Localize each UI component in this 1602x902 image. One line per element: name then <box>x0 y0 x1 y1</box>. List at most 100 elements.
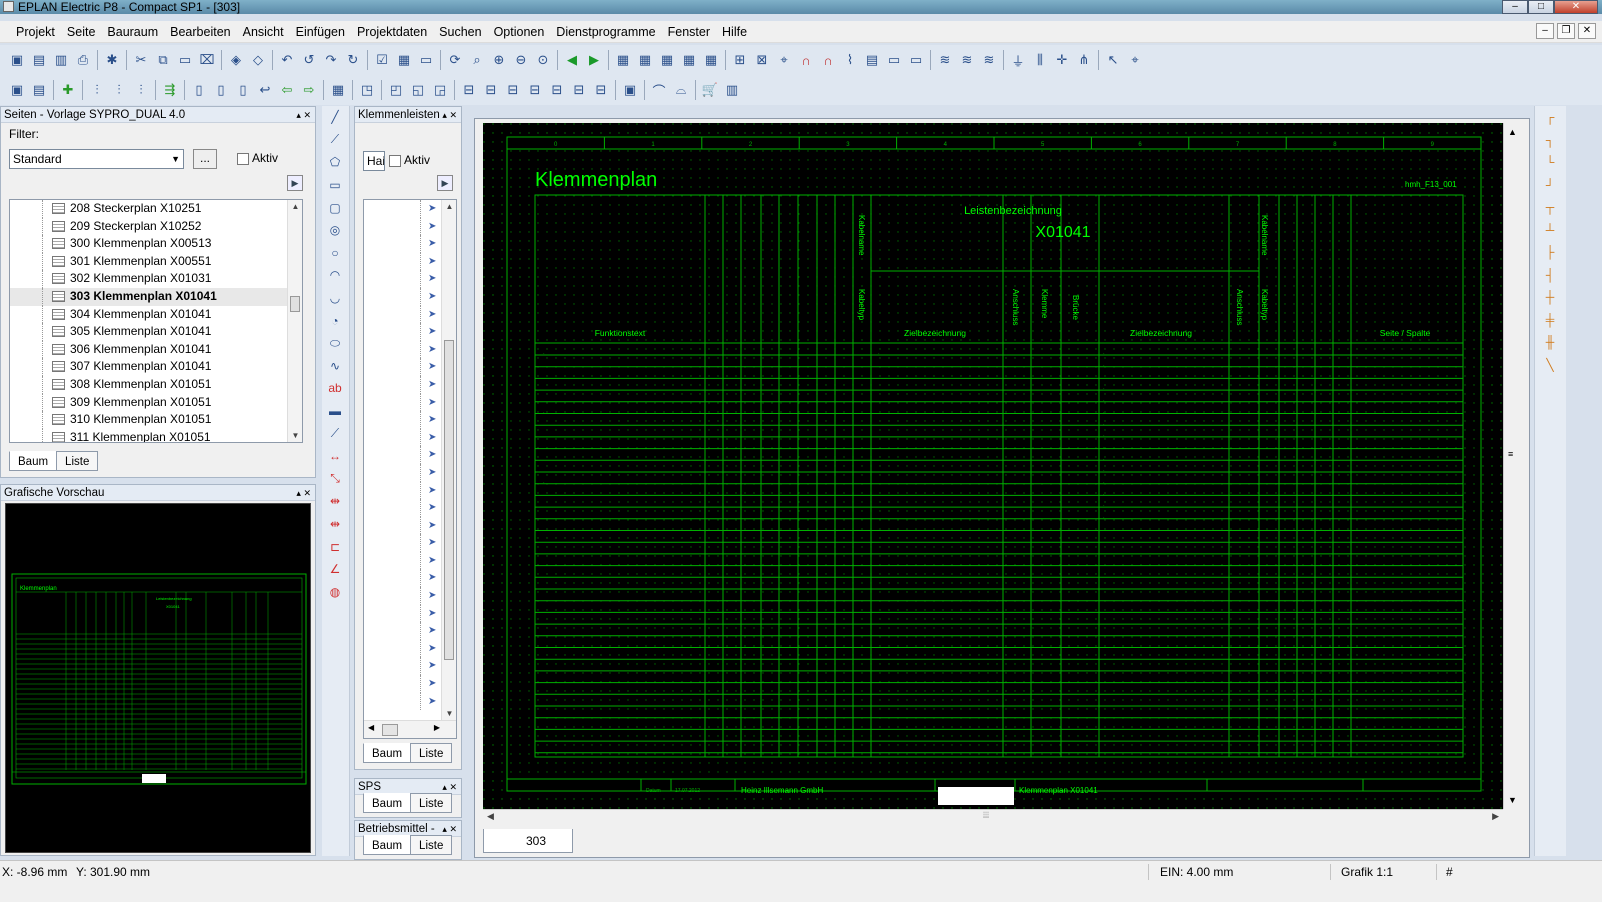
drawing-hscrollbar[interactable]: ◀ ⦙⦙⦙ ▶ <box>483 809 1503 823</box>
scroll-up-icon[interactable]: ▲ <box>1508 127 1517 137</box>
page-tree-item[interactable]: 310 Klemmenplan X01051 <box>10 411 302 429</box>
magnet-icon[interactable]: ∩ <box>795 49 817 71</box>
menu-hilfe[interactable]: Hilfe <box>716 25 753 39</box>
page-tree-item[interactable]: 208 Steckerplan X10251 <box>10 200 302 218</box>
page-tree-item[interactable]: 306 Klemmenplan X01041 <box>10 340 302 359</box>
close-button[interactable]: ✕ <box>1554 0 1598 14</box>
rectangle-tool-icon[interactable]: ▭ <box>322 174 348 197</box>
scroll-down-icon[interactable]: ▼ <box>1508 795 1517 805</box>
polygon-tool-icon[interactable]: ⬠ <box>322 151 348 174</box>
menu-ansicht[interactable]: Ansicht <box>237 25 290 39</box>
frame-icon[interactable]: ▭ <box>883 49 905 71</box>
arc-b-tool-icon[interactable]: ◡ <box>322 287 348 310</box>
project-manager-icon[interactable]: ▥ <box>50 49 72 71</box>
tab-liste[interactable]: Liste <box>56 451 99 471</box>
page-tree-item[interactable]: 301 Klemmenplan X00551 <box>10 252 302 271</box>
terminal-tree-scrollbar[interactable]: ▲ ▼ <box>441 200 456 720</box>
redo-list-icon[interactable]: ↻ <box>342 49 364 71</box>
grid-b-icon[interactable]: ▦ <box>634 49 656 71</box>
angle-tr-icon[interactable]: ┐ <box>1535 129 1565 152</box>
plc-e-icon[interactable]: ⊟ <box>546 79 568 101</box>
forward-icon[interactable]: ▶ <box>583 49 605 71</box>
mdi-minimize-button[interactable]: – <box>1536 23 1554 39</box>
doc-b-icon[interactable]: ▯ <box>210 79 232 101</box>
scroll-right-icon[interactable]: ▶ <box>434 723 440 732</box>
angle-tool-icon[interactable]: ∠ <box>322 558 348 581</box>
scroll-right-icon[interactable]: ▶ <box>1492 811 1499 822</box>
minimize-button[interactable]: – <box>1502 0 1528 14</box>
angle-tl-icon[interactable]: ┌ <box>1535 106 1565 129</box>
scroll-down-icon[interactable]: ▼ <box>288 431 302 440</box>
image-tool-icon[interactable]: ▬ <box>322 400 348 423</box>
page-tree-item[interactable]: 311 Klemmenplan X01051 <box>10 428 302 442</box>
page-open-icon[interactable]: ▤ <box>28 79 50 101</box>
symbol-icon[interactable]: ◳ <box>356 79 378 101</box>
cross-conn-icon[interactable]: ┼ <box>1535 286 1565 309</box>
snap-grid-icon[interactable]: ⊞ <box>729 49 751 71</box>
dim-d-tool-icon[interactable]: ⇹ <box>322 513 348 536</box>
tee-up-icon[interactable]: ┴ <box>1535 219 1565 242</box>
angle-br-icon[interactable]: ┘ <box>1535 174 1565 197</box>
tab-baum[interactable]: Baum <box>9 451 58 471</box>
settings-icon[interactable]: ✱ <box>101 49 123 71</box>
plc-f-icon[interactable]: ⊟ <box>568 79 590 101</box>
page-tree-item[interactable]: 303 Klemmenplan X01041 <box>10 287 302 306</box>
terminal-icon[interactable]: ⏚ <box>1007 49 1029 71</box>
page-tree-item[interactable]: 302 Klemmenplan X01031 <box>10 270 302 288</box>
menu-suchen[interactable]: Suchen <box>433 25 487 39</box>
menu-dienstprogramme[interactable]: Dienstprogramme <box>550 25 661 39</box>
tee-down-icon[interactable]: ┬ <box>1535 196 1565 219</box>
grid-a-icon[interactable]: ▦ <box>612 49 634 71</box>
arc-tool-icon[interactable]: ◠ <box>322 264 348 287</box>
back-icon[interactable]: ◀ <box>561 49 583 71</box>
cable-icon[interactable]: ⌒ <box>648 79 670 101</box>
connection-icon[interactable]: ≋ <box>934 49 956 71</box>
cart-icon[interactable]: 🛒 <box>699 79 721 101</box>
scroll-left-icon[interactable]: ◀ <box>487 811 494 822</box>
ellipse-tool-icon[interactable]: ⬭ <box>322 332 348 355</box>
menu-bearbeiten[interactable]: Bearbeiten <box>164 25 236 39</box>
pointer-icon[interactable]: ↖ <box>1102 49 1124 71</box>
tab-liste[interactable]: Liste <box>410 835 453 855</box>
tab-baum[interactable]: Baum <box>363 835 412 855</box>
break-conn-icon[interactable]: ╫ <box>1535 331 1565 354</box>
menu-optionen[interactable]: Optionen <box>488 25 551 39</box>
menu-projekt[interactable]: Projekt <box>10 25 61 39</box>
plc-g-icon[interactable]: ⊟ <box>590 79 612 101</box>
text-box-icon[interactable]: ▤ <box>861 49 883 71</box>
arrow-back-icon[interactable]: ↩ <box>254 79 276 101</box>
angle-bl-icon[interactable]: └ <box>1535 151 1565 174</box>
scroll-down-icon[interactable]: ▼ <box>442 709 456 718</box>
arrow-right-icon[interactable]: ⇨ <box>298 79 320 101</box>
panel-close-icon[interactable]: ✕ <box>303 488 311 498</box>
page-tree-item[interactable]: 307 Klemmenplan X01041 <box>10 358 302 376</box>
hscroll-grip[interactable]: ⦙⦙⦙ <box>983 810 989 821</box>
tool-c-icon[interactable]: ⫶ <box>130 79 152 101</box>
select-icon[interactable]: ⌖ <box>773 49 795 71</box>
table-icon[interactable]: ▦ <box>393 49 415 71</box>
panel-expand-button[interactable]: ▶ <box>287 175 303 191</box>
cross-icon[interactable]: ✛ <box>1051 49 1073 71</box>
macro-a-icon[interactable]: ◰ <box>385 79 407 101</box>
parts-icon[interactable]: ▥ <box>721 79 743 101</box>
arc-c-tool-icon[interactable]: ◔ <box>322 309 348 332</box>
panel-pin-icon[interactable]: ▴ <box>442 782 447 792</box>
stamp-icon[interactable]: ◈ <box>225 49 247 71</box>
radius-tool-icon[interactable]: ◍ <box>322 580 348 603</box>
page-tree-item[interactable]: 209 Steckerplan X10252 <box>10 217 302 236</box>
page-tree-item[interactable]: 300 Klemmenplan X00513 <box>10 235 302 253</box>
circle-tool-icon[interactable]: ○ <box>322 242 348 265</box>
undo-icon[interactable]: ↶ <box>276 49 298 71</box>
page-tree-item[interactable]: 308 Klemmenplan X01051 <box>10 375 302 394</box>
terminal-strip-icon[interactable]: ⫼ <box>1029 49 1051 71</box>
redo-icon[interactable]: ↷ <box>320 49 342 71</box>
page-tree-scrollbar[interactable]: ▲ ▼ <box>287 200 302 442</box>
device-icon[interactable]: ▣ <box>619 79 641 101</box>
grid-e-icon[interactable]: ▦ <box>700 49 722 71</box>
tab-baum[interactable]: Baum <box>363 743 412 763</box>
connection-b-icon[interactable]: ≋ <box>956 49 978 71</box>
filter-active-checkbox[interactable]: Aktiv <box>237 151 278 165</box>
split-conn-icon[interactable]: ╪ <box>1535 309 1565 332</box>
open-project-icon[interactable]: ▤ <box>28 49 50 71</box>
drawing-vscrollbar[interactable]: ▲ ≡ ▼ <box>1503 123 1521 809</box>
